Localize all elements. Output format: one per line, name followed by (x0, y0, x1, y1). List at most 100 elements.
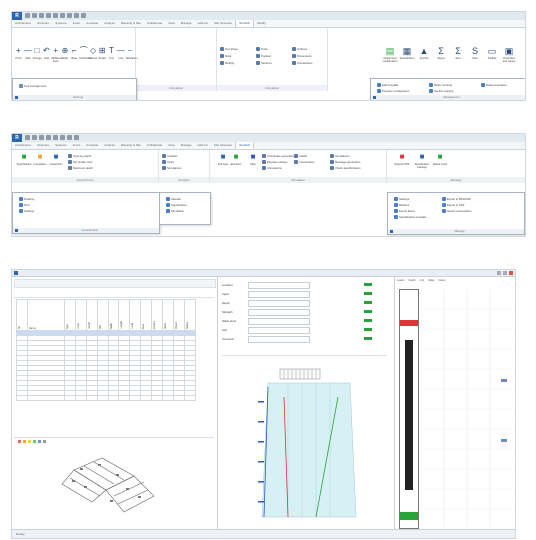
app-logo-icon[interactable]: R (12, 12, 22, 20)
tool-message-generation-12[interactable]: Message generation (330, 160, 360, 164)
symbol-button[interactable]: ▲ Symbol (416, 46, 432, 60)
menu-item-report-presentation[interactable]: Report presentation (439, 207, 475, 215)
annotation-dimensions[interactable]: Dimensions (292, 54, 312, 58)
tabulation-button[interactable]: ⎯ Tabulation (126, 46, 138, 60)
start-button[interactable]: S Start (467, 46, 483, 60)
tab-site-structure[interactable]: Site Structure (211, 20, 235, 27)
redo-icon[interactable] (46, 13, 51, 18)
save-icon-2[interactable] (32, 135, 37, 140)
section-icon[interactable] (81, 13, 86, 18)
sum-button[interactable]: Σ Sum (450, 46, 466, 60)
tab-insert[interactable]: Insert (70, 20, 84, 27)
tool-management-item[interactable]: Tool management (16, 82, 49, 90)
measure-icon[interactable] (60, 13, 65, 18)
tab-architecture[interactable]: Architecture (12, 142, 34, 149)
right-header-depth[interactable]: Depth (409, 279, 416, 285)
subdivision-button[interactable]: ⌒ Subdivision (79, 46, 92, 60)
menu-item-settings[interactable]: Settings (16, 207, 37, 215)
geotechnical-settings-icon[interactable] (15, 229, 18, 232)
tool-connections-10[interactable]: Connections (294, 160, 315, 164)
undo-icon[interactable] (39, 13, 44, 18)
annotation-text-rows[interactable]: Text Rows (220, 47, 238, 51)
table-row[interactable] (16, 395, 197, 401)
settings-icon[interactable] (15, 96, 18, 99)
tab-massing-site[interactable]: Massing & Site (118, 142, 144, 149)
tab-analyze[interactable]: Analyze (101, 20, 118, 27)
redo-icon-2[interactable] (46, 135, 51, 140)
measure-icon-2[interactable] (60, 135, 65, 140)
slab-button[interactable]: — Slab (23, 46, 32, 60)
annotation-sections[interactable]: Sections (256, 61, 272, 65)
canvas-button[interactable]: ◇ Canvas (88, 46, 97, 60)
column-header[interactable]: Length (118, 299, 131, 331)
form-field-location[interactable] (248, 282, 310, 289)
tab-site-structure[interactable]: Site Structure (211, 142, 235, 149)
form-field-layer[interactable] (248, 291, 310, 298)
management-property-configuration[interactable]: Property configuration (374, 87, 412, 95)
tab-insert[interactable]: Insert (70, 142, 84, 149)
tool-set-profile-color-1[interactable]: Set profile color (68, 160, 92, 164)
tab-modify[interactable]: Modify (254, 20, 269, 27)
tab-collaborate[interactable]: Collaborate (144, 20, 165, 27)
elevation-button[interactable]: ■ Elevation (228, 152, 244, 166)
tab-architecture[interactable]: Architecture (12, 20, 34, 27)
form-field-water-level[interactable] (248, 318, 310, 325)
right-header-unit[interactable]: Unit (419, 279, 424, 285)
column-header[interactable]: Pile (96, 299, 109, 331)
tab-add-ins[interactable]: Add-Ins (195, 20, 211, 27)
tool-annotations-8[interactable]: Annotations (262, 166, 282, 170)
tab-view[interactable]: View (165, 142, 177, 149)
form-field-depth[interactable] (248, 300, 310, 307)
right-header-levels[interactable]: Levels (397, 279, 405, 285)
undo-icon-2[interactable] (39, 135, 44, 140)
management-section-reading[interactable]: Section reading (426, 87, 456, 95)
manage-settings-icon[interactable] (390, 230, 393, 233)
management-settings-icon[interactable] (373, 96, 376, 99)
geotechnic-button[interactable]: ■ Geotechnic (48, 152, 64, 166)
menu-item-specification-template[interactable]: Specification template (391, 213, 429, 221)
reports-pdf-button[interactable]: ■ Reports PDF (394, 152, 410, 166)
right-header-value[interactable]: Value (428, 279, 434, 285)
tool-elevation-design-7[interactable]: Elevation design (262, 160, 288, 164)
tab-annotate[interactable]: Annotate (83, 142, 101, 149)
tab-view[interactable]: View (165, 20, 177, 27)
column-header[interactable]: Level (74, 299, 87, 331)
column-header[interactable]: Status (183, 299, 197, 331)
save-icon[interactable] (32, 13, 37, 18)
print-icon-2[interactable] (53, 135, 58, 140)
tab-systems[interactable]: Systems (52, 142, 70, 149)
annotation-multiply[interactable]: Multiply (220, 61, 234, 65)
column-header[interactable]: Type (63, 299, 76, 331)
point-button[interactable]: + Point (14, 46, 23, 60)
maximize-icon[interactable] (503, 271, 507, 275)
text-icon[interactable] (67, 13, 72, 18)
management-data-preparation[interactable]: Data preparation (478, 81, 510, 89)
app-logo-icon-2[interactable]: R (12, 134, 22, 142)
toolbar-button[interactable]: ▭ Toolbar (484, 46, 500, 60)
tool-opening-depth-0[interactable]: Opening depth (68, 154, 91, 158)
specification-button[interactable]: ■ Specification (16, 152, 32, 166)
annotation-outlines[interactable]: Outlines (292, 47, 307, 51)
change-button[interactable]: □ Change (33, 46, 42, 60)
annotation-position[interactable]: Position (256, 54, 271, 58)
form-field-soil[interactable] (248, 327, 310, 334)
tab-analyze[interactable]: Analyze (101, 142, 118, 149)
tab-structure[interactable]: Structure (34, 142, 52, 149)
tool-insert-4[interactable]: Insert (162, 160, 174, 164)
solid-button[interactable]: ⊕ Solid (61, 46, 70, 60)
tool-coordinate-generation-6[interactable]: Coordinate generation (262, 154, 295, 158)
tab-systems[interactable]: Systems (52, 20, 70, 27)
tool-maximum-depth-2[interactable]: Maximum depth (68, 166, 93, 170)
delete-entity-button[interactable]: ■ Delete entity (432, 152, 448, 166)
annotation-mark[interactable]: Mark (220, 54, 231, 58)
specification-button[interactable]: ▦ Specification (399, 46, 415, 60)
minimize-icon[interactable] (497, 271, 501, 275)
3d-view-icon-2[interactable] (74, 135, 79, 140)
open-icon-2[interactable] (25, 135, 30, 140)
column-header[interactable]: Mass (162, 299, 174, 331)
close-icon[interactable] (509, 271, 513, 275)
3d-view-icon[interactable] (74, 13, 79, 18)
text-icon-2[interactable] (67, 135, 72, 140)
form-field-comment[interactable] (248, 336, 310, 343)
column-header[interactable]: No (16, 299, 28, 331)
